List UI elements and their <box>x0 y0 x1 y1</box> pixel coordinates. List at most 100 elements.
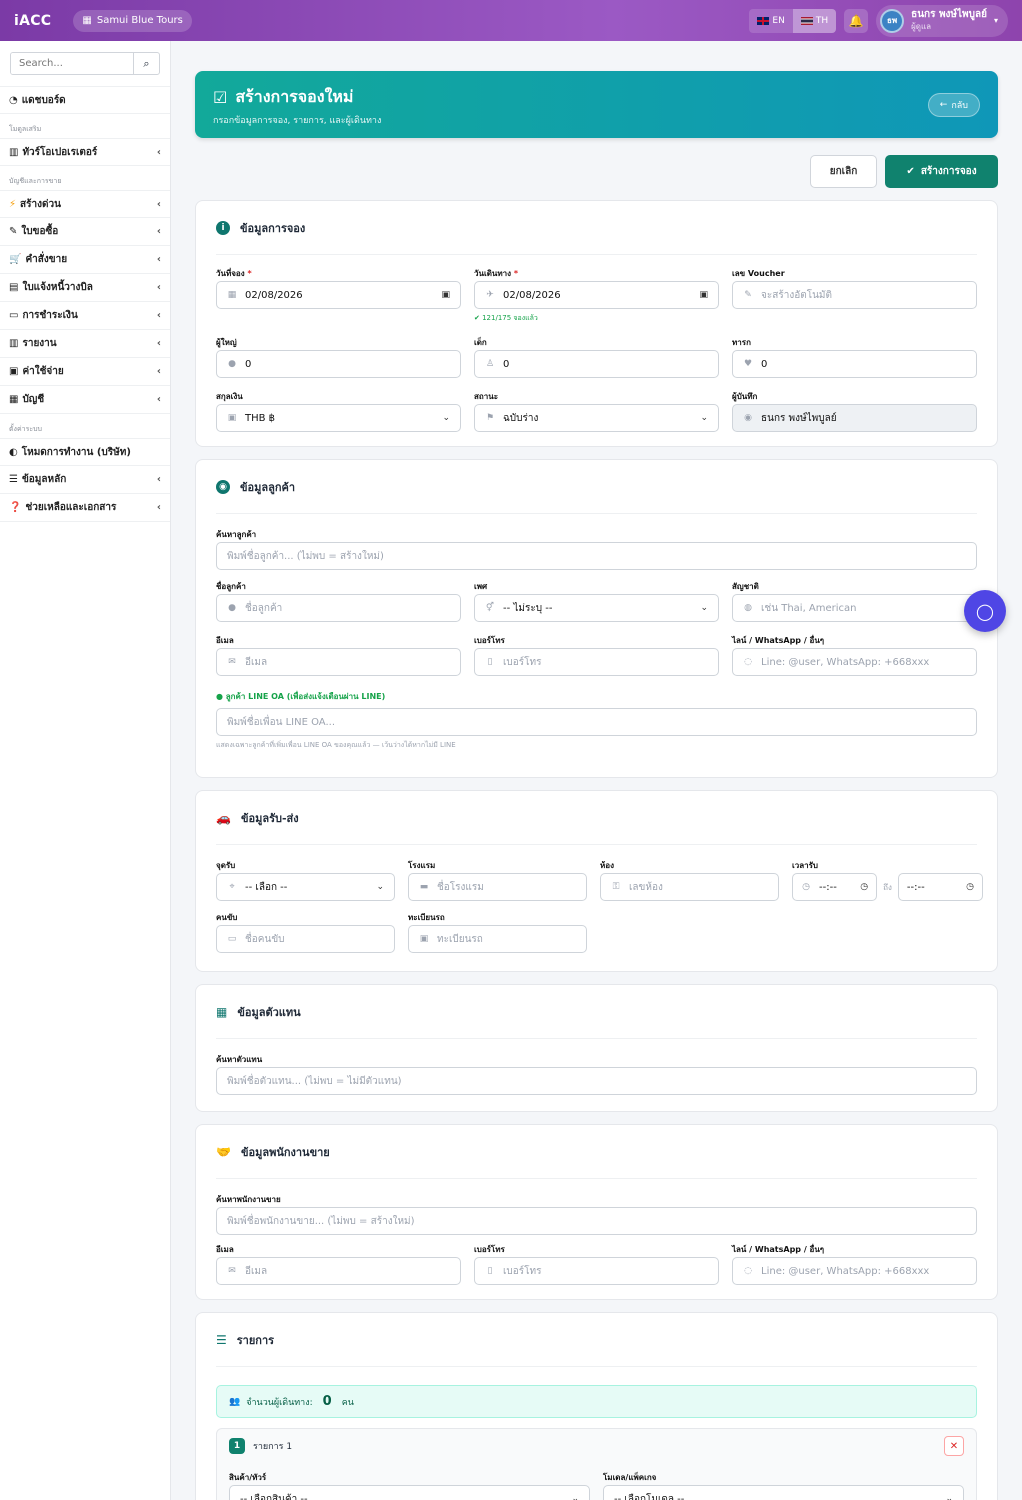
chevron-left-icon: ‹ <box>156 282 161 293</box>
remove-item-button[interactable]: ✕ <box>944 1436 964 1456</box>
sidebar-item-label: คำสั่งขาย <box>25 254 68 265</box>
currency-select[interactable]: ▣ THB ฿ ⌄ <box>216 404 461 432</box>
lang-th-button[interactable]: TH <box>792 8 837 33</box>
nationality-input[interactable]: ◍ เช่น Thai, American <box>732 594 977 622</box>
sidebar-item-expense[interactable]: ▣ ค่าใช้จ่าย ‹ <box>0 358 170 386</box>
calendar-icon: ▦ <box>227 290 237 300</box>
voucher-field[interactable]: ✎ จะสร้างอัตโนมัติ <box>732 281 977 309</box>
sidebar-item-dashboard[interactable]: ◔ แดชบอร์ด <box>0 86 170 114</box>
booking-date-field[interactable]: ▦ 02/08/2026 ▣ <box>216 281 461 309</box>
customer-search-input[interactable]: พิมพ์ชื่อลูกค้า... (ไม่พบ = สร้างใหม่) <box>216 542 977 570</box>
sales-email-input[interactable]: ✉ อีเมล <box>216 1257 461 1285</box>
gender-icon: ⚥ <box>485 603 495 613</box>
sidebar-section-addon: โมดูลเสริม <box>9 125 42 133</box>
language-switcher: EN TH <box>749 8 837 33</box>
sidebar-item-sales-order[interactable]: 🛒 คำสั่งขาย ‹ <box>0 246 170 274</box>
travel-date-value: 02/08/2026 <box>503 289 561 301</box>
uk-flag-icon <box>757 16 770 25</box>
line-oa-input[interactable]: พิมพ์ชื่อเพื่อน LINE OA... <box>216 708 977 736</box>
create-booking-button[interactable]: ✔ สร้างการจอง <box>885 155 998 188</box>
travel-date-field[interactable]: ✈ 02/08/2026 ▣ <box>474 281 719 309</box>
page-subtitle: กรอกข้อมูลการจอง, รายการ, และผู้เดินทาง <box>213 116 382 126</box>
pickup-time-to[interactable]: --:-- ◷ <box>897 873 983 901</box>
car-icon: ▣ <box>419 934 429 944</box>
notification-bell-icon[interactable]: 🔔 <box>844 8 869 33</box>
chevron-left-icon: ‹ <box>156 146 161 158</box>
hotel-input[interactable]: ▬ ชื่อโรงแรม <box>408 873 587 901</box>
card-title: รายการ <box>236 1333 275 1347</box>
room-input[interactable]: ⚿ เลขห้อง <box>600 873 779 901</box>
recorder-value: ธนกร พงษ์ไพบูลย์ <box>761 412 837 424</box>
pickup-select[interactable]: ⌖ -- เลือก -- ⌄ <box>216 873 395 901</box>
sidebar-item-master-data[interactable]: ☰ ข้อมูลหลัก ‹ <box>0 466 170 494</box>
clock-picker-icon[interactable]: ◷ <box>860 882 868 892</box>
status-select[interactable]: ⚑ ฉบับร่าง ⌄ <box>474 404 719 432</box>
model-value: -- เลือกโมเดล -- <box>614 1493 685 1500</box>
sidebar-item-label: ใบแจ้งหนี้วางบิล <box>22 282 93 293</box>
sidebar-item-report[interactable]: ▥ รายงาน ‹ <box>0 330 170 358</box>
field-label: อีเมล <box>216 1245 234 1254</box>
recorder-field: ◉ ธนกร พงษ์ไพบูลย์ <box>732 404 977 432</box>
back-button[interactable]: ← กลับ <box>927 93 980 117</box>
driver-input[interactable]: ▭ ชื่อคนขับ <box>216 925 395 953</box>
adults-input[interactable]: ● 0 <box>216 350 461 378</box>
clock-picker-icon[interactable]: ◷ <box>966 882 974 892</box>
sidebar-item-purchase-request[interactable]: ✎ ใบขอซื้อ ‹ <box>0 218 170 246</box>
chat-support-button[interactable]: ◯ <box>964 590 1006 632</box>
customer-email-input[interactable]: ✉ อีเมล <box>216 648 461 676</box>
field-label: ค้นหาลูกค้า <box>216 530 257 539</box>
sidebar-search-input[interactable] <box>11 53 133 74</box>
customer-phone-input[interactable]: ▯ เบอร์โทร <box>474 648 719 676</box>
sidebar-item-work-mode[interactable]: ◐ โหมดการทำงาน (บริษัท) <box>0 438 170 466</box>
item-title: รายการ 1 <box>253 1442 293 1452</box>
user-menu[interactable]: ธพ ธนกร พงษ์ไพบูลย์ ผู้ดูแล ▾ <box>876 4 1008 37</box>
arrow-left-icon: ← <box>939 100 948 110</box>
customer-name-input[interactable]: ● ชื่อลูกค้า <box>216 594 461 622</box>
map-pin-icon: ⌖ <box>229 882 235 892</box>
customer-info-card: ◉ ข้อมูลลูกค้า ค้นหาลูกค้า พิมพ์ชื่อลูกค้… <box>195 459 998 778</box>
lang-en-button[interactable]: EN <box>749 9 792 33</box>
plate-input[interactable]: ▣ ทะเบียนรถ <box>408 925 587 953</box>
user-circle-icon: ◉ <box>744 413 752 423</box>
pax-label: จำนวนผู้เดินทาง: <box>246 1397 313 1408</box>
infants-input[interactable]: ♥ 0 <box>732 350 977 378</box>
model-select[interactable]: -- เลือกโมเดล -- ⌄ <box>603 1485 964 1500</box>
top-navbar: iACC ▦ Samui Blue Tours EN TH 🔔 ธพ ธนกร … <box>0 0 1022 41</box>
map-icon: ▥ <box>9 146 19 158</box>
product-select[interactable]: -- เลือกสินค้า -- ⌄ <box>229 1485 590 1500</box>
agent-info-card: ▦ ข้อมูลตัวแทน ค้นหาตัวแทน พิมพ์ชื่อตัวแท… <box>195 984 998 1112</box>
search-icon[interactable]: ⌕ <box>133 53 159 74</box>
cancel-button[interactable]: ยกเลิก <box>810 155 877 188</box>
sales-search-input[interactable]: พิมพ์ชื่อพนักงานขาย... (ไม่พบ = สร้างใหม… <box>216 1207 977 1235</box>
sidebar-item-help[interactable]: ❓ ช่วยเหลือและเอกสาร ‹ <box>0 494 170 522</box>
line-oa-label: ● ลูกค้า LINE OA (เพื่อส่งแจ้งเตือนผ่าน … <box>216 692 386 701</box>
chevron-down-icon: ⌄ <box>571 1494 579 1500</box>
field-label: คนขับ <box>216 913 238 922</box>
sidebar-item-quick-create[interactable]: ⚡ สร้างด่วน ‹ <box>0 190 170 218</box>
ticket-icon: ✎ <box>744 290 752 300</box>
users-icon: 👥 <box>229 1396 241 1407</box>
sidebar-item-invoice[interactable]: ▤ ใบแจ้งหนี้วางบิล ‹ <box>0 274 170 302</box>
calendar-picker-icon[interactable]: ▣ <box>699 290 708 300</box>
children-input[interactable]: ♙ 0 <box>474 350 719 378</box>
customer-line-input[interactable]: ◌ Line: @user, WhatsApp: +668xxx <box>732 648 977 676</box>
field-label: วันเดินทาง <box>474 269 512 278</box>
chevron-down-icon: ⌄ <box>700 413 708 423</box>
money-icon: ▣ <box>9 366 19 377</box>
pickup-time-from[interactable]: ◷ --:-- ◷ <box>792 873 878 901</box>
agent-search-input[interactable]: พิมพ์ชื่อตัวแทน... (ไม่พบ = ไม่มีตัวแทน) <box>216 1067 977 1095</box>
sales-phone-input[interactable]: ▯ เบอร์โทร <box>474 1257 719 1285</box>
sidebar-item-payment[interactable]: ▭ การชำระเงิน ‹ <box>0 302 170 330</box>
phone-icon: ▯ <box>487 657 493 667</box>
customer-phone-placeholder: เบอร์โทร <box>503 656 542 668</box>
sidebar-item-tour-operator[interactable]: ▥ ทัวร์โอเปอเรเตอร์ ‹ <box>0 138 170 166</box>
company-badge[interactable]: ▦ Samui Blue Tours <box>73 9 192 32</box>
user-icon: ● <box>228 359 236 369</box>
sales-line-input[interactable]: ◌ Line: @user, WhatsApp: +668xxx <box>732 1257 977 1285</box>
brand-logo[interactable]: iACC <box>14 13 51 29</box>
field-label: เบอร์โทร <box>474 1245 505 1254</box>
sidebar-item-account[interactable]: ▦ บัญชี ‹ <box>0 386 170 414</box>
gender-select[interactable]: ⚥ -- ไม่ระบุ -- ⌄ <box>474 594 719 622</box>
field-label: เลข Voucher <box>732 269 785 278</box>
calendar-picker-icon[interactable]: ▣ <box>441 290 450 300</box>
